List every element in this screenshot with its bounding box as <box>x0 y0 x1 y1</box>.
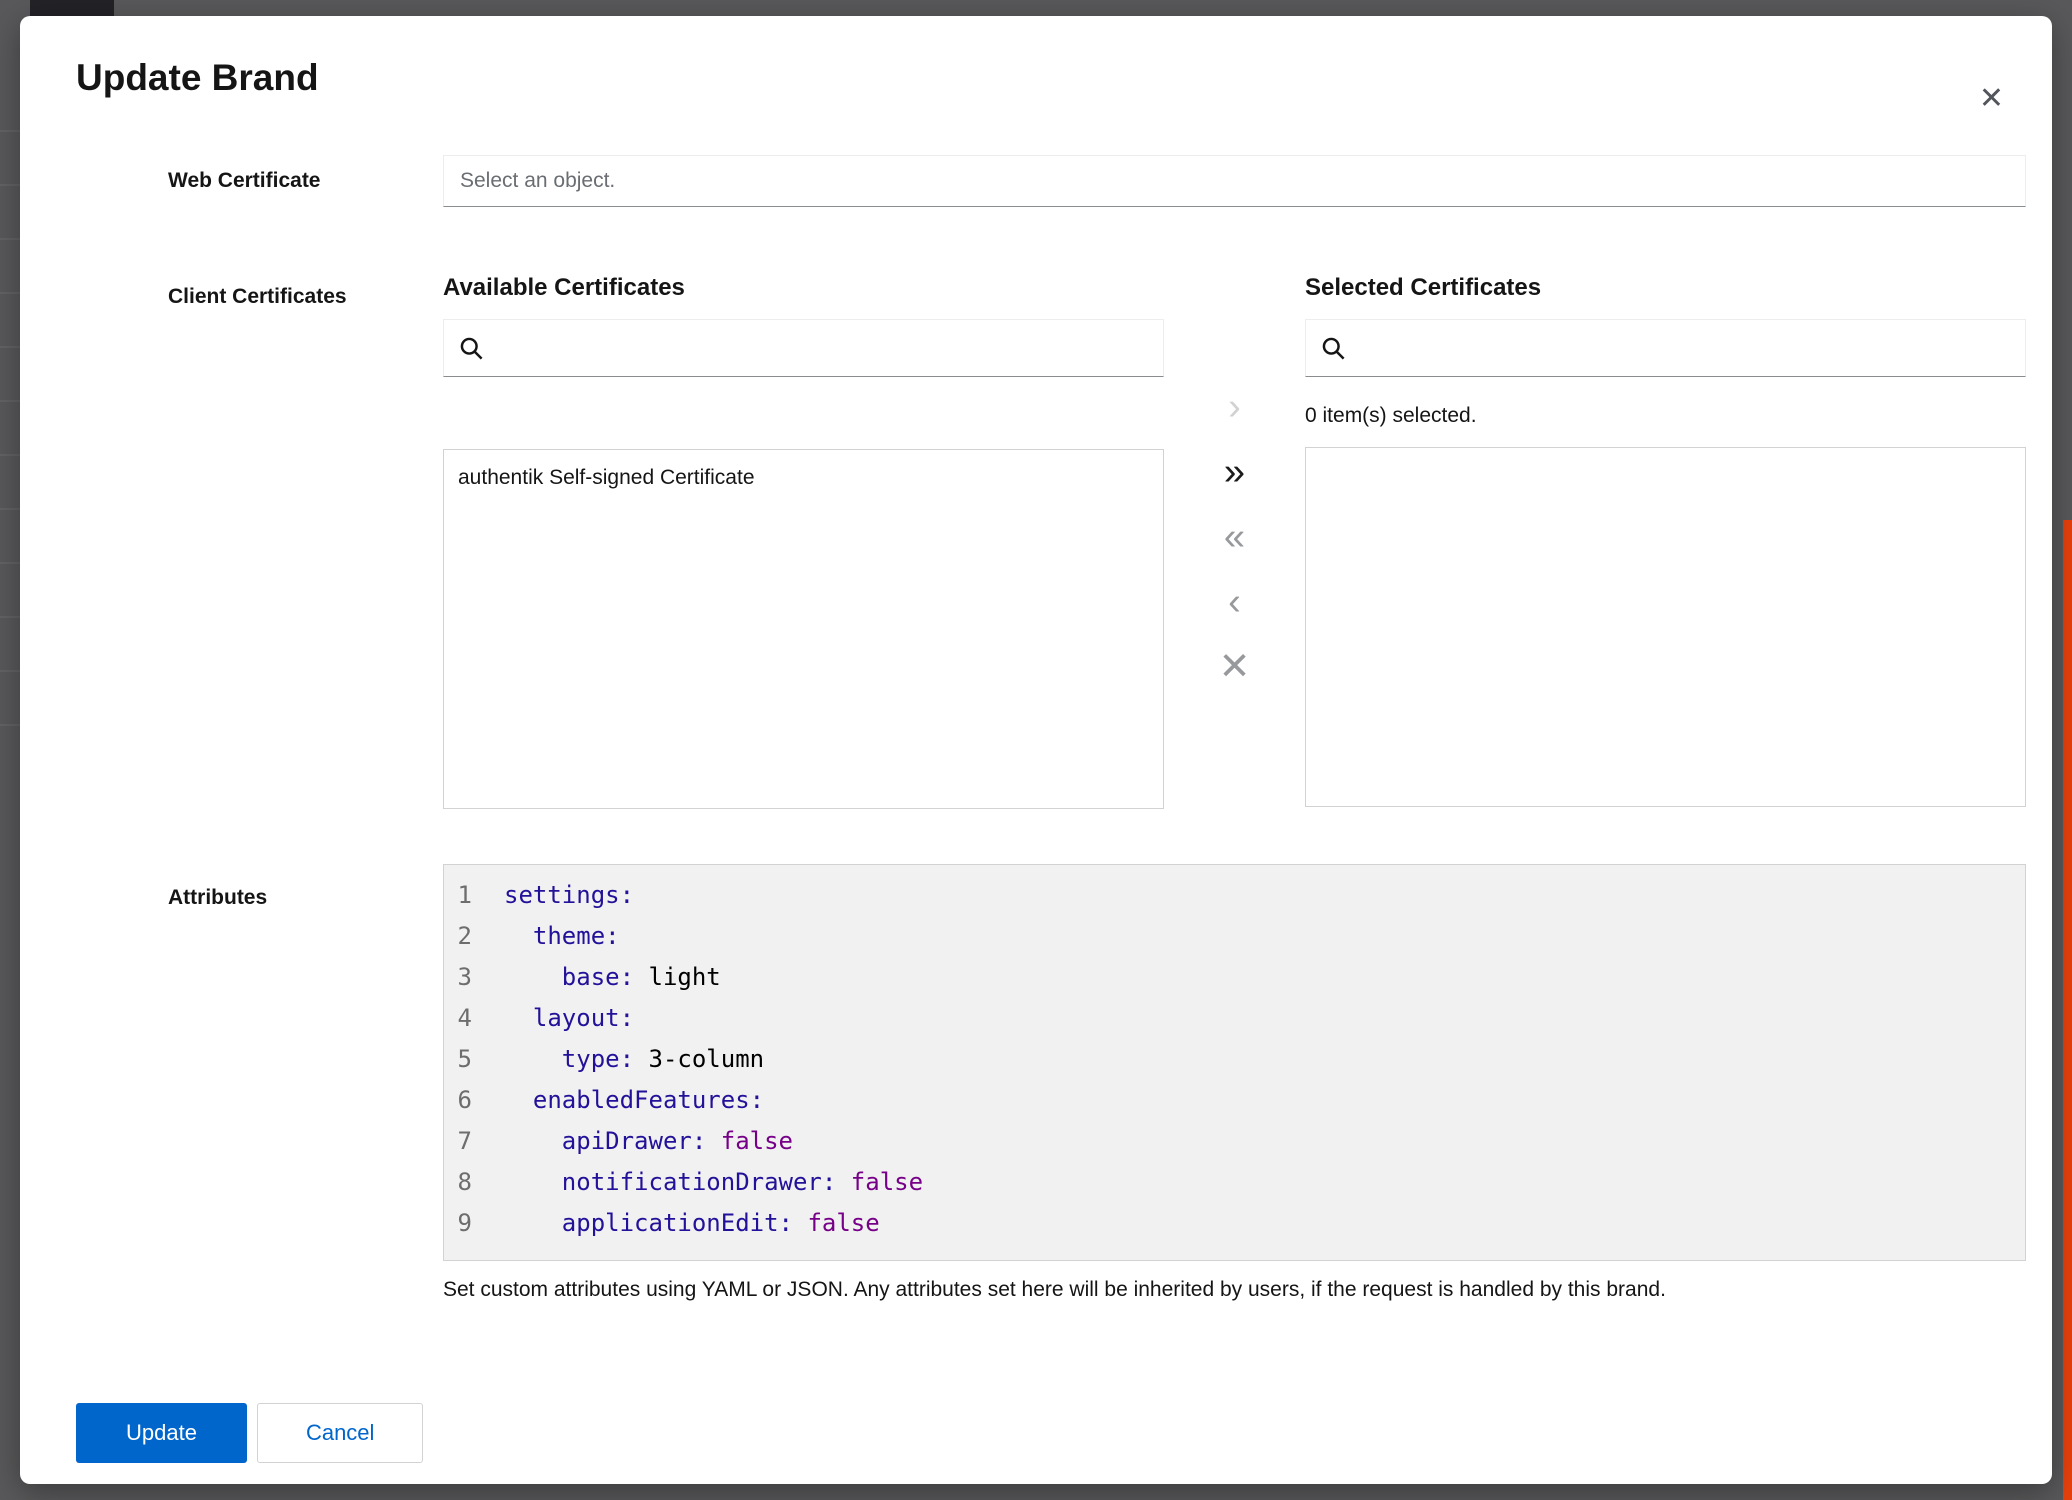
available-certificates-heading: Available Certificates <box>443 273 1164 303</box>
available-certificates-list[interactable]: authentik Self-signed Certificate <box>443 449 1164 809</box>
attributes-row: Attributes 1settings:2 theme:3 base: lig… <box>76 864 2026 1303</box>
code-editor-lines: 1settings:2 theme:3 base: light4 layout:… <box>444 875 2025 1244</box>
search-icon <box>458 335 485 362</box>
code-line: 2 theme: <box>444 916 2025 957</box>
available-pane: Available Certificates authentik Self-si… <box>443 273 1164 809</box>
notification-accent-bar <box>2063 520 2072 1500</box>
dual-list-selector: Available Certificates authentik Self-si… <box>443 273 2026 809</box>
modal-body: Web Certificate Client Certificates Avai… <box>20 155 2052 1303</box>
modal-footer: Update Cancel <box>20 1403 2052 1463</box>
attributes-field: 1settings:2 theme:3 base: light4 layout:… <box>443 864 2026 1303</box>
code-line: 9 applicationEdit: false <box>444 1203 2025 1244</box>
code-text: enabledFeatures: <box>504 1080 764 1121</box>
update-button[interactable]: Update <box>76 1403 247 1463</box>
web-certificate-field <box>443 155 2026 207</box>
move-all-left-button[interactable]: « <box>1200 515 1270 559</box>
code-text: apiDrawer: false <box>504 1121 793 1162</box>
clear-selection-button[interactable]: ✕ <box>1200 645 1270 689</box>
line-number: 6 <box>444 1080 504 1121</box>
code-text: layout: <box>504 998 634 1039</box>
web-certificate-select[interactable] <box>443 155 2026 207</box>
cancel-button[interactable]: Cancel <box>257 1403 423 1463</box>
attributes-help-text: Set custom attributes using YAML or JSON… <box>443 1277 2026 1303</box>
line-number: 2 <box>444 916 504 957</box>
client-certificates-row: Client Certificates Available Certificat… <box>76 273 2026 809</box>
code-line: 1settings: <box>444 875 2025 916</box>
selected-certificates-heading: Selected Certificates <box>1305 273 2026 303</box>
modal-header: Update Brand ✕ <box>20 16 2052 100</box>
selected-search-input[interactable] <box>1359 335 2011 361</box>
web-certificate-row: Web Certificate <box>76 155 2026 207</box>
code-text: theme: <box>504 916 620 957</box>
web-certificate-label: Web Certificate <box>76 155 443 207</box>
attributes-label: Attributes <box>76 864 443 1303</box>
selected-certificates-list[interactable] <box>1305 447 2026 807</box>
line-number: 5 <box>444 1039 504 1080</box>
code-text: notificationDrawer: false <box>504 1162 923 1203</box>
code-line: 3 base: light <box>444 957 2025 998</box>
search-icon <box>1320 335 1347 362</box>
code-text: settings: <box>504 875 634 916</box>
list-item[interactable]: authentik Self-signed Certificate <box>444 450 1163 500</box>
code-editor[interactable]: 1settings:2 theme:3 base: light4 layout:… <box>443 864 2026 1261</box>
available-search-input[interactable] <box>497 335 1149 361</box>
move-selected-left-button[interactable]: ‹ <box>1200 580 1270 624</box>
line-number: 1 <box>444 875 504 916</box>
line-number: 8 <box>444 1162 504 1203</box>
code-line: 6 enabledFeatures: <box>444 1080 2025 1121</box>
selected-pane: Selected Certificates 0 item(s) selected… <box>1305 273 2026 809</box>
update-brand-modal: Update Brand ✕ Web Certificate Client Ce… <box>20 16 2052 1484</box>
code-text: type: 3-column <box>504 1039 764 1080</box>
client-certificates-label: Client Certificates <box>76 273 443 809</box>
available-search-box <box>443 319 1164 377</box>
code-line: 8 notificationDrawer: false <box>444 1162 2025 1203</box>
background-table-rows <box>0 130 20 770</box>
line-number: 9 <box>444 1203 504 1244</box>
close-icon[interactable]: ✕ <box>1975 80 2008 118</box>
move-selected-right-button[interactable]: › <box>1200 385 1270 429</box>
line-number: 4 <box>444 998 504 1039</box>
page-title: Update Brand <box>76 56 1996 100</box>
selected-count-status: 0 item(s) selected. <box>1305 403 2026 429</box>
code-line: 4 layout: <box>444 998 2025 1039</box>
code-line: 7 apiDrawer: false <box>444 1121 2025 1162</box>
line-number: 7 <box>444 1121 504 1162</box>
code-text: base: light <box>504 957 721 998</box>
code-text: applicationEdit: false <box>504 1203 880 1244</box>
code-line: 5 type: 3-column <box>444 1039 2025 1080</box>
selected-search-box <box>1305 319 2026 377</box>
line-number: 3 <box>444 957 504 998</box>
dual-list-controls: › » « ‹ ✕ <box>1164 385 1305 809</box>
move-all-right-button[interactable]: » <box>1200 450 1270 494</box>
